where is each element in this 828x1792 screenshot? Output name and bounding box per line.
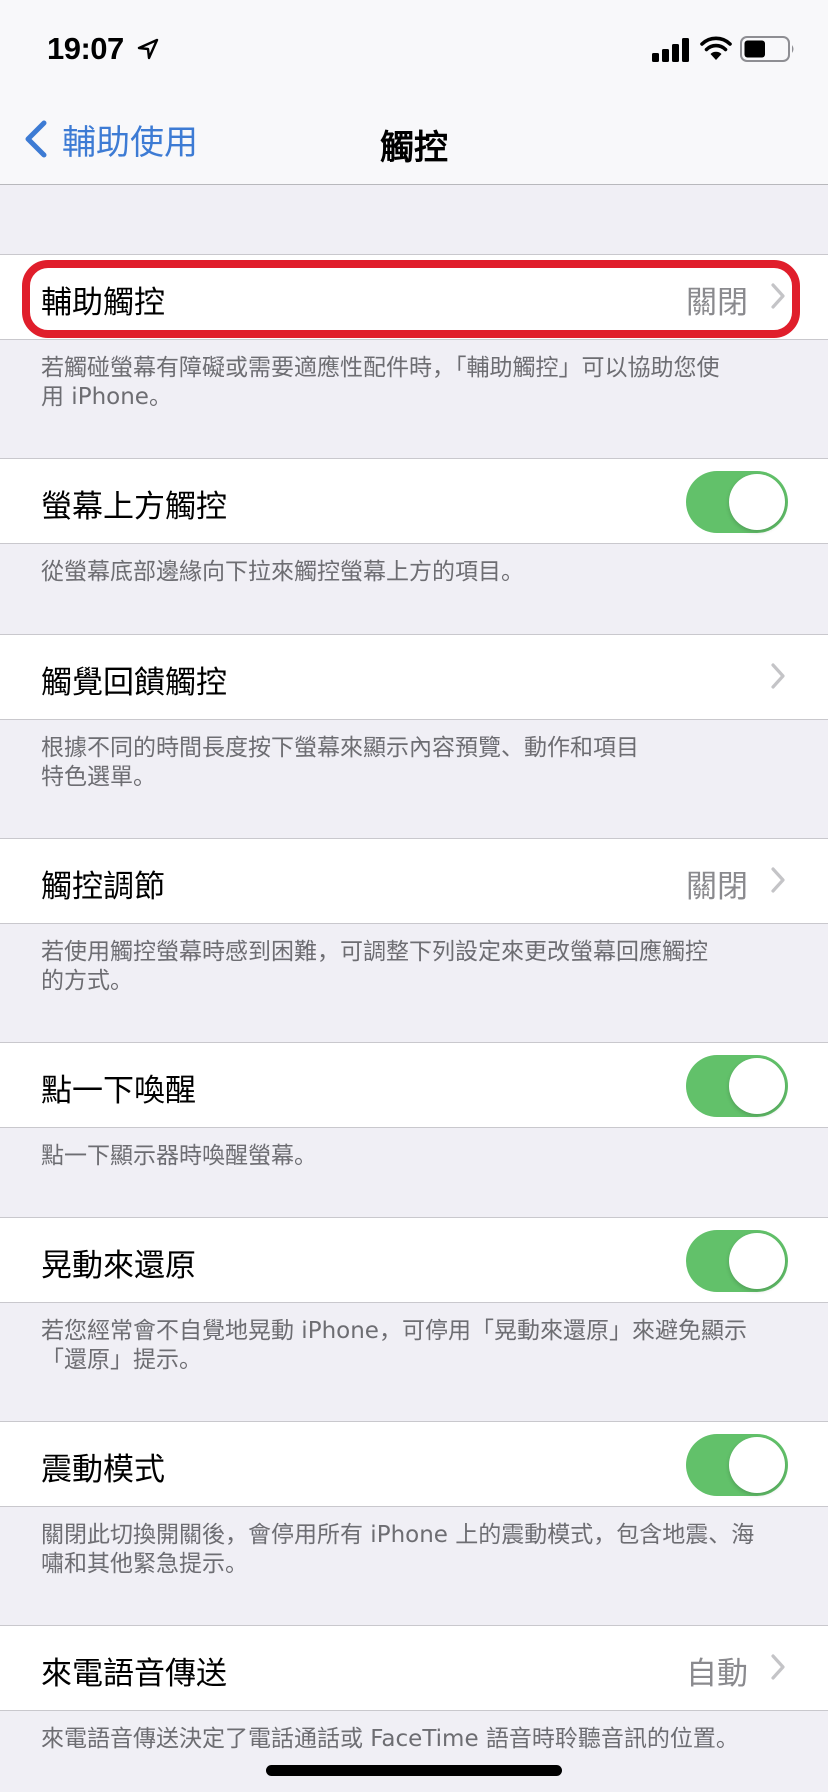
setting-label: 震動模式 [41,1452,165,1488]
setting-row[interactable]: 輔助觸控 關閉 [0,254,828,340]
setting-label: 點一下喚醒 [41,1073,196,1109]
setting-label: 觸控調節 [41,869,165,905]
footer-line: 用 iPhone。 [41,384,172,410]
setting-value: 關閉 [686,869,748,905]
toggle-switch[interactable] [686,471,788,533]
setting-footer-description: 點一下顯示器時喚醒螢幕。 [41,1142,789,1171]
toggle-switch[interactable] [686,1055,788,1117]
footer-line: 特色選單。 [41,764,156,790]
setting-row[interactable]: 觸控調節 關閉 [0,838,828,924]
setting-label: 輔助觸控 [41,285,165,321]
footer-line: 關閉此切換開關後，會停用所有 iPhone 上的震動模式，包含地震、海 [41,1522,755,1548]
footer-line: 「還原」提示。 [41,1347,202,1373]
toggle-knob [729,1233,785,1289]
setting-footer-description: 來電語音傳送決定了電話通話或 FaceTime 語音時聆聽音訊的位置。 [41,1725,789,1754]
footer-line: 若使用觸控螢幕時感到困難，可調整下列設定來更改螢幕回應觸控 [41,939,708,965]
setting-label: 晃動來還原 [41,1248,196,1284]
chevron-right-icon [771,1654,785,1680]
location-arrow-icon [137,38,159,60]
setting-label: 來電語音傳送 [41,1656,227,1692]
setting-footer-description: 關閉此切換開關後，會停用所有 iPhone 上的震動模式，包含地震、海 嘯和其他緊… [41,1521,789,1579]
toggle-knob [729,1058,785,1114]
setting-footer-description: 根據不同的時間長度按下螢幕來顯示內容預覽、動作和項目 特色選單。 [41,734,789,792]
footer-line: 點一下顯示器時喚醒螢幕。 [41,1143,317,1169]
setting-footer-description: 若觸碰螢幕有障礙或需要適應性配件時，「輔助觸控」可以協助您使用 iPhone。 [41,354,789,412]
footer-line: 從螢幕底部邊緣向下拉來觸控螢幕上方的項目。 [41,559,524,585]
cellular-signal-icon [652,38,689,62]
setting-row[interactable]: 震動模式 [0,1421,828,1507]
setting-value: 關閉 [686,285,748,321]
footer-line: 若觸碰螢幕有障礙或需要適應性配件時，「輔助觸控」可以協助您使 [41,355,720,381]
page-title: 觸控 [380,128,448,168]
wifi-icon [700,36,732,60]
setting-row[interactable]: 觸覺回饋觸控 [0,634,828,720]
chevron-right-icon [771,283,785,309]
footer-line: 的方式。 [41,968,133,994]
footer-line: 若您經常會不自覺地晃動 iPhone，可停用「晃動來還原」來避免顯示 [41,1318,747,1344]
setting-footer-description: 若使用觸控螢幕時感到困難，可調整下列設定來更改螢幕回應觸控 的方式。 [41,938,789,996]
footer-line: 根據不同的時間長度按下螢幕來顯示內容預覽、動作和項目 [41,735,639,761]
footer-line: 嘯和其他緊急提示。 [41,1551,248,1577]
setting-row[interactable]: 來電語音傳送 自動 [0,1625,828,1711]
battery-level-fill [744,40,765,58]
setting-label: 螢幕上方觸控 [41,489,227,525]
toggle-knob [729,1437,785,1493]
setting-value: 自動 [686,1656,748,1692]
toggle-switch[interactable] [686,1434,788,1496]
toggle-switch[interactable] [686,1230,788,1292]
setting-row[interactable]: 晃動來還原 [0,1217,828,1303]
setting-row[interactable]: 螢幕上方觸控 [0,458,828,544]
setting-footer-description: 從螢幕底部邊緣向下拉來觸控螢幕上方的項目。 [41,558,789,587]
status-bar: 19:07 [0,0,828,90]
status-time: 19:07 [47,31,124,66]
setting-footer-description: 若您經常會不自覺地晃動 iPhone，可停用「晃動來還原」來避免顯示 「還原」提示… [41,1317,789,1375]
setting-label: 觸覺回饋觸控 [41,665,227,701]
navigation-bar: 輔助使用 觸控 [0,90,828,185]
toggle-knob [729,474,785,530]
setting-row[interactable]: 點一下喚醒 [0,1042,828,1128]
chevron-right-icon [771,663,785,689]
home-indicator[interactable] [266,1765,562,1776]
battery-icon [740,36,794,62]
footer-line: 來電語音傳送決定了電話通話或 FaceTime 語音時聆聽音訊的位置。 [41,1726,739,1752]
chevron-right-icon [771,867,785,893]
